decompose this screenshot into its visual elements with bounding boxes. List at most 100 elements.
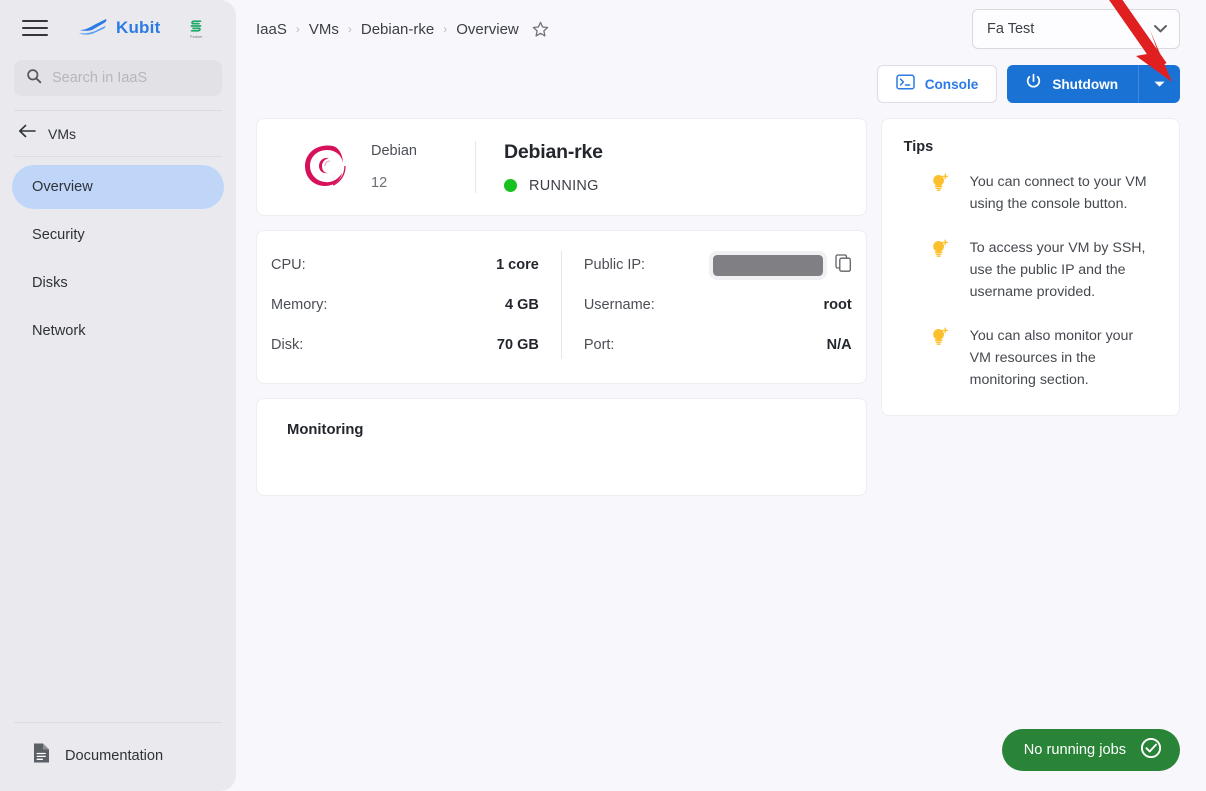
tip-text: To access your VM by SSH, use the public… [969,240,1146,300]
lightbulb-icon [930,237,952,303]
vm-specs-card: CPU: 1 core Memory: 4 GB Disk: 70 GB Pub… [256,230,867,384]
spec-row-public-ip: Public IP: [584,245,852,285]
shutdown-button-group: Shutdown [1007,65,1180,103]
partner-logo: Partner [188,18,204,39]
vm-identity: Debian-rke RUNNING [504,141,603,194]
tips-card: Tips You can connect to your VM using th… [880,118,1180,416]
console-button[interactable]: Console [876,65,998,103]
sidebar-nav: Overview Security Disks Network [0,157,236,353]
spec-row-memory: Memory: 4 GB [271,285,539,325]
power-icon [1025,73,1042,95]
status-label: RUNNING [529,177,599,194]
breadcrumb-item-debian-rke[interactable]: Debian-rke [361,21,434,38]
spec-row-cpu: CPU: 1 core [271,245,539,285]
search-input-wrapper[interactable] [14,60,222,96]
spec-key: Memory: [271,297,328,313]
sidebar-divider-bottom [14,722,222,723]
tip-item: To access your VM by SSH, use the public… [904,237,1157,303]
console-button-label: Console [924,76,979,92]
os-meta: Debian 12 [371,143,475,191]
shutdown-dropdown-caret[interactable] [1138,65,1180,103]
chevron-down-icon [1154,20,1167,38]
sidebar-item-overview[interactable]: Overview [12,165,224,209]
lightbulb-icon [930,171,952,215]
partner-sublabel: Partner [190,34,203,39]
hamburger-icon[interactable] [22,15,48,41]
main-area: IaaS › VMs › Debian-rke › Overview Fa Te… [236,0,1206,791]
spec-value: 1 core [496,257,539,273]
public-ip-redacted-bar [708,250,827,280]
sidebar-back-label: VMs [48,125,76,142]
running-jobs-label: No running jobs [1023,742,1126,758]
specs-column-right: Public IP: Username: root Port: N/A [562,245,866,365]
breadcrumb-separator: › [295,22,300,36]
spec-key: Public IP: [583,257,646,273]
status-badge: RUNNING [504,178,603,194]
sidebar-item-security[interactable]: Security [12,213,224,257]
page-title: Debian-rke [504,140,603,163]
specs-column-left: CPU: 1 core Memory: 4 GB Disk: 70 GB [257,245,561,365]
search-icon [26,68,42,89]
tip-text: You can also monitor your VM resources i… [969,328,1134,388]
sidebar-brand-bar: Kubit Partner [0,0,236,56]
spec-value: 4 GB [504,297,539,313]
sidebar-item-label: Overview [32,179,93,195]
debian-swirl-logo [287,134,361,200]
breadcrumb-separator: › [347,22,352,36]
account-select[interactable]: Fa Test [972,9,1180,49]
chevron-down-icon [1153,75,1166,93]
lightbulb-icon [930,325,952,391]
top-bar: IaaS › VMs › Debian-rke › Overview Fa Te… [236,0,1206,58]
shutdown-button-label: Shutdown [1052,76,1118,92]
tips-title: Tips [903,139,934,155]
documentation-label: Documentation [65,747,164,764]
brand-logo[interactable]: Kubit [78,17,160,40]
star-outline-icon[interactable] [532,21,549,38]
sidebar-item-disks[interactable]: Disks [12,261,224,305]
status-dot-icon [504,179,517,192]
sidebar-item-label: Security [32,227,85,243]
tip-item: You can also monitor your VM resources i… [904,325,1157,391]
terminal-icon [895,73,915,95]
content-area: Debian 12 Debian-rke RUNNING CPU: 1 core… [236,110,1206,496]
breadcrumb-item-vms[interactable]: VMs [309,21,339,38]
breadcrumb: IaaS › VMs › Debian-rke › Overview [256,21,549,38]
spec-row-port: Port: N/A [584,325,852,365]
breadcrumb-separator: › [443,22,448,36]
monitoring-card: Monitoring [256,398,867,496]
arrow-left-icon [18,124,36,143]
spec-row-disk: Disk: 70 GB [271,325,539,365]
spec-key: Disk: [271,337,304,353]
breadcrumb-item-overview[interactable]: Overview [456,21,519,38]
spec-value: 70 GB [496,337,539,353]
copy-icon[interactable] [835,253,852,277]
breadcrumb-item-iaas[interactable]: IaaS [256,21,287,38]
spec-value: root [823,297,852,313]
vm-header-divider [475,141,476,193]
action-bar: Console Shutdown [236,58,1206,110]
os-version: 12 [371,175,388,191]
spec-row-username: Username: root [584,285,852,325]
sidebar: Kubit Partner Search in IaaS VMs Overvie… [0,0,236,791]
os-name: Debian [371,143,417,159]
search-input[interactable] [52,70,210,86]
right-column: Tips You can connect to your VM using th… [880,118,1180,416]
vm-header-card: Debian 12 Debian-rke RUNNING [256,118,867,216]
sidebar-item-label: Disks [32,275,68,291]
left-column: Debian 12 Debian-rke RUNNING CPU: 1 core… [256,118,867,496]
shutdown-button[interactable]: Shutdown [1007,65,1138,103]
tip-item: You can connect to your VM using the con… [904,171,1157,215]
check-circle-icon [1140,737,1162,764]
brand-name: Kubit [116,18,161,37]
spec-key: Port: [583,337,615,353]
sidebar-item-label: Network [32,323,86,339]
tip-text: You can connect to your VM using the con… [969,174,1147,212]
sidebar-back-to-vms[interactable]: VMs [0,111,236,156]
sidebar-item-network[interactable]: Network [12,309,224,353]
documentation-link[interactable]: Documentation [0,742,236,769]
account-select-value: Fa Test [987,21,1035,37]
running-jobs-status[interactable]: No running jobs [1001,729,1180,771]
public-ip-value-wrap [708,250,852,280]
kubit-boat-logo [78,17,110,40]
spec-value: N/A [826,337,852,353]
